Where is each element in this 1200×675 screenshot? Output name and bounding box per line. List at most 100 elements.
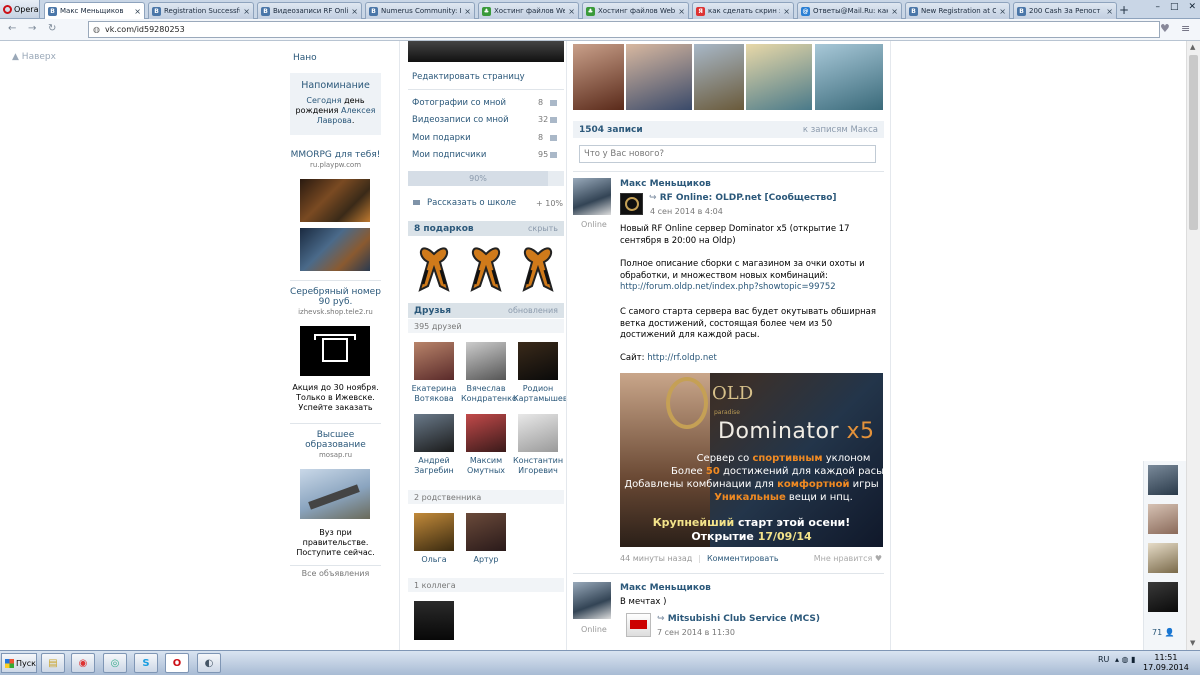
- my-gifts-link[interactable]: Мои подарки: [412, 133, 471, 143]
- friend-avatar[interactable]: [414, 342, 454, 380]
- back-icon[interactable]: ←: [8, 23, 16, 34]
- relative-avatar[interactable]: [466, 513, 506, 551]
- tab-close-icon[interactable]: ×: [999, 7, 1006, 16]
- friend-avatar[interactable]: [518, 414, 558, 452]
- app-icon[interactable]: ◐: [197, 653, 221, 673]
- online-friend-avatar[interactable]: [1148, 465, 1178, 495]
- reload-icon[interactable]: ↻: [48, 23, 56, 34]
- relative-avatar[interactable]: [414, 513, 454, 551]
- friends-updates-link[interactable]: обновления: [508, 306, 558, 315]
- friend-first-name[interactable]: Андрей: [409, 456, 459, 466]
- friend-first-name[interactable]: Максим: [461, 456, 511, 466]
- colleagues-count[interactable]: 1 коллега: [408, 578, 564, 592]
- friend-last-name[interactable]: Игоревич: [513, 466, 563, 476]
- nano-link[interactable]: Нано: [293, 53, 317, 63]
- explorer-icon[interactable]: ▤: [41, 653, 65, 673]
- friend-last-name[interactable]: Загребин: [409, 466, 459, 476]
- friend-avatar[interactable]: [518, 342, 558, 380]
- friends-count[interactable]: 395 друзей: [408, 319, 564, 333]
- friend-last-name[interactable]: Вотякова: [409, 394, 459, 404]
- dominator-banner-image[interactable]: OLD paradise Dominator x5 Сервер со спор…: [620, 373, 883, 547]
- like-button[interactable]: Мне нравится ♥: [814, 554, 882, 563]
- friend-card[interactable]: Родион Картамышев: [513, 342, 568, 404]
- friend-card[interactable]: Константин Игоревич: [513, 414, 563, 476]
- friend-last-name[interactable]: Кондратенко: [461, 394, 517, 404]
- comment-link[interactable]: Комментировать: [707, 554, 779, 563]
- repost-source-link[interactable]: ↪ Mitsubishi Club Service (MCS): [657, 614, 820, 624]
- tab-close-icon[interactable]: ×: [891, 7, 898, 16]
- ad-education-image[interactable]: [300, 469, 370, 519]
- reminder-name-link[interactable]: Алексея: [341, 106, 375, 115]
- friend-card[interactable]: Вячеслав Кондратенко: [461, 342, 517, 404]
- online-friend-avatar[interactable]: [1148, 504, 1178, 534]
- tell-about-school-link[interactable]: Рассказать о школе: [427, 198, 516, 208]
- browser-tab[interactable]: @ Ответы@Mail.Ru: как ×: [797, 2, 902, 19]
- tab-close-icon[interactable]: ×: [243, 7, 250, 16]
- profile-photo-thumbnail[interactable]: [626, 44, 692, 110]
- profile-photo-thumbnail[interactable]: [694, 44, 744, 110]
- ad-title[interactable]: MMORPG для тебя!: [290, 150, 381, 160]
- repost-date[interactable]: 4 сен 2014 в 4:04: [650, 207, 723, 216]
- relatives-count[interactable]: 2 родственника: [408, 490, 564, 504]
- window-minimize-button[interactable]: –: [1155, 2, 1160, 12]
- wall-count[interactable]: 1504 записи: [579, 125, 643, 135]
- site-link[interactable]: http://rf.oldp.net: [647, 353, 717, 363]
- tab-close-icon[interactable]: ×: [568, 7, 575, 16]
- tab-close-icon[interactable]: ×: [134, 7, 141, 16]
- repost-source-link[interactable]: ↪ RF Online: OLDP.net [Сообщество]: [649, 193, 837, 203]
- skype-icon[interactable]: S: [134, 653, 158, 673]
- menu-icon[interactable]: ≡: [1181, 22, 1190, 35]
- online-friend-avatar[interactable]: [1148, 543, 1178, 573]
- friend-last-name[interactable]: Омутных: [461, 466, 511, 476]
- browser-tab[interactable]: Якак сделать скрин экр×: [692, 2, 794, 19]
- opera-menu-button[interactable]: Opera: [0, 0, 40, 18]
- ad-gift-image[interactable]: [300, 326, 370, 376]
- forward-icon[interactable]: →: [28, 23, 36, 34]
- ad-mmorpg[interactable]: MMORPG для тебя! ru.playpw.com: [290, 150, 381, 170]
- browser-tab[interactable]: В Registration Successful ×: [148, 2, 254, 19]
- scroll-to-top-link[interactable]: ▲ Наверх: [12, 52, 56, 62]
- friend-card[interactable]: Екатерина Вотякова: [409, 342, 459, 404]
- friend-card[interactable]: Андрей Загребин: [409, 414, 459, 476]
- friend-avatar[interactable]: [414, 414, 454, 452]
- tab-close-icon[interactable]: ×: [464, 7, 471, 16]
- window-close-button[interactable]: ✕: [1188, 2, 1196, 12]
- edit-page-link[interactable]: Редактировать страницу: [412, 72, 525, 82]
- ad-education[interactable]: Высшее образование mosap.ru: [290, 430, 381, 460]
- gifts-title[interactable]: 8 подарков: [414, 224, 474, 234]
- language-indicator[interactable]: RU: [1098, 655, 1109, 664]
- browser-tab[interactable]: В New Registration at Old ×: [905, 2, 1010, 19]
- browser-tab[interactable]: В200 Cash За Репост Во×: [1013, 2, 1117, 19]
- to-posts-link[interactable]: к записям Макса: [803, 125, 878, 135]
- friend-last-name[interactable]: Картамышев: [513, 394, 568, 404]
- scroll-thumb[interactable]: [1189, 55, 1198, 230]
- ad-tele2[interactable]: Серебряный номер 90 руб. izhevsk.shop.te…: [290, 287, 381, 317]
- friend-first-name[interactable]: Вячеслав: [461, 384, 511, 394]
- new-post-input[interactable]: Что у Вас нового?: [579, 145, 876, 163]
- videos-with-me-link[interactable]: Видеозаписи со мной: [412, 115, 509, 125]
- friend-avatar[interactable]: [466, 342, 506, 380]
- friend-first-name[interactable]: Родион: [513, 384, 563, 394]
- tray-icons[interactable]: ▴ ◍ ▮: [1115, 655, 1135, 664]
- scroll-up-icon[interactable]: ▲: [1190, 43, 1195, 51]
- reminder-surname-link[interactable]: Лаврова: [317, 116, 352, 125]
- ad-game-image-2[interactable]: [300, 228, 370, 271]
- gift-ribbon-image[interactable]: [414, 240, 454, 292]
- browser-tab[interactable]: В Макс Меньщиков ×: [44, 2, 145, 19]
- profile-photo[interactable]: [408, 41, 564, 62]
- post-author-link[interactable]: Макс Меньщиков: [620, 583, 711, 593]
- relative-name[interactable]: Артур: [461, 555, 511, 565]
- relative-card[interactable]: Ольга: [409, 513, 459, 565]
- bookmark-heart-icon[interactable]: ♥: [1160, 22, 1170, 35]
- window-maximize-button[interactable]: □: [1170, 2, 1179, 12]
- all-ads-link[interactable]: Все объявления: [290, 569, 381, 579]
- browser-tab[interactable]: ВВидеозаписи RF Online×: [257, 2, 362, 19]
- online-friend-avatar[interactable]: [1148, 582, 1178, 612]
- gift-ribbon-image[interactable]: [518, 240, 558, 292]
- colleague-avatar[interactable]: [414, 601, 454, 640]
- address-input[interactable]: ◍ vk.com/id59280253: [88, 21, 1160, 38]
- browser-tab[interactable]: ♣Хостинг файлов WebF×: [582, 2, 689, 19]
- reminder-today-link[interactable]: Сегодня: [306, 96, 341, 105]
- tab-close-icon[interactable]: ×: [783, 7, 790, 16]
- gift-ribbon-image[interactable]: [466, 240, 506, 292]
